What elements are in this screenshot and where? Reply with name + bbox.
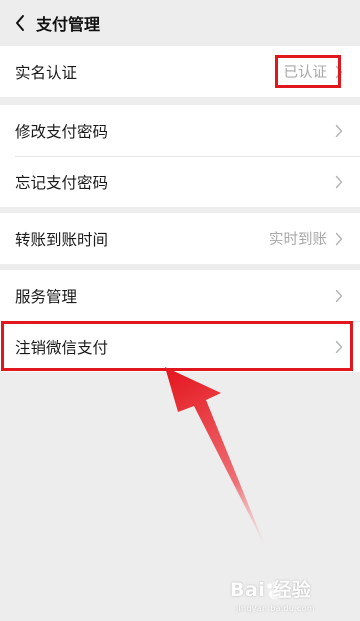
- annotation-arrow: [165, 367, 266, 548]
- watermark-url: jingyan.baidu.com: [236, 604, 315, 613]
- baidu-watermark: Bai 经验 jingyan.baidu.com: [230, 569, 350, 613]
- watermark-text: Bai 经验: [230, 579, 312, 601]
